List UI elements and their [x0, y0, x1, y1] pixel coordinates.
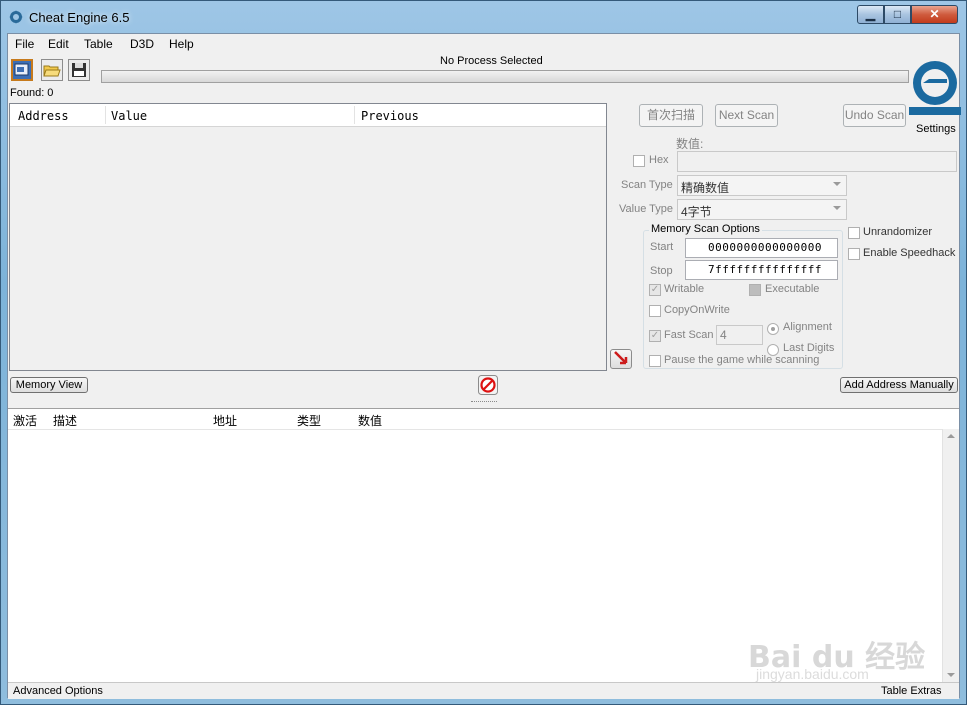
column-address[interactable]: 地址	[213, 412, 237, 429]
speedhack-checkbox[interactable]	[848, 248, 860, 260]
add-address-manually-button[interactable]: Add Address Manually	[840, 377, 958, 393]
scroll-down-icon[interactable]	[947, 673, 955, 677]
chevron-down-icon	[833, 182, 841, 186]
stop-button[interactable]	[478, 375, 498, 395]
maximize-button[interactable]: □	[884, 5, 911, 24]
pause-game-label: Pause the game while scanning	[664, 354, 820, 366]
menu-table[interactable]: Table	[84, 37, 113, 51]
value-label: 数值:	[676, 137, 704, 151]
speedhack-label: Enable Speedhack	[863, 247, 956, 259]
window-title: Cheat Engine 6.5	[29, 10, 130, 25]
value-type-select[interactable]: 4字节	[677, 199, 847, 220]
undo-scan-button[interactable]: Undo Scan	[843, 104, 906, 127]
column-address[interactable]: Address	[18, 109, 69, 123]
unrandomizer-label: Unrandomizer	[863, 226, 933, 238]
copy-on-write-label: CopyOnWrite	[664, 304, 730, 316]
scan-type-value: 精确数值	[681, 181, 730, 195]
stop-icon	[478, 375, 498, 395]
baidu-watermark-url: jingyan.baidu.com	[756, 666, 869, 682]
close-icon: ✕	[929, 7, 940, 21]
writable-label: Writable	[664, 283, 705, 295]
maximize-icon: □	[893, 7, 902, 21]
pointer-arrow-icon	[614, 351, 628, 365]
stop-address-input[interactable]: 7fffffffffffffff	[685, 260, 838, 280]
results-header: Address Value Previous	[10, 104, 606, 127]
fast-scan-checkbox[interactable]: ✓	[649, 330, 661, 342]
vertical-scrollbar[interactable]	[942, 429, 959, 685]
menu-help[interactable]: Help	[169, 37, 194, 51]
minimize-icon: ▁	[865, 7, 876, 21]
add-selected-to-list-button[interactable]	[610, 349, 632, 369]
start-address-input[interactable]: 0000000000000000	[685, 238, 838, 258]
scroll-up-icon[interactable]	[947, 434, 955, 438]
value-type-label: Value Type	[619, 203, 674, 215]
close-button[interactable]: ✕	[911, 5, 958, 24]
scan-results-list[interactable]: Address Value Previous	[9, 103, 607, 371]
unrandomizer-checkbox[interactable]	[848, 227, 860, 239]
title-bar[interactable]: Cheat Engine 6.5 ▁ □ ✕	[1, 1, 966, 33]
save-file-button[interactable]	[68, 59, 90, 81]
memory-view-button[interactable]: Memory View	[10, 377, 88, 393]
main-window: Cheat Engine 6.5 ▁ □ ✕ File Edit Table D…	[0, 0, 967, 705]
column-divider	[105, 106, 106, 124]
status-bar: Advanced Options Table Extras	[8, 682, 959, 699]
column-active[interactable]: 激活	[13, 412, 37, 429]
column-divider	[354, 106, 355, 124]
menu-edit[interactable]: Edit	[48, 37, 69, 51]
fast-scan-label: Fast Scan	[664, 329, 714, 341]
copy-on-write-checkbox[interactable]	[649, 305, 661, 317]
process-label: No Process Selected	[440, 55, 543, 67]
memory-scan-options-title: Memory Scan Options	[649, 223, 762, 235]
value-type-value: 4字节	[681, 205, 712, 219]
first-scan-button[interactable]: 首次扫描	[639, 104, 703, 127]
executable-label: Executable	[765, 283, 820, 295]
select-process-button[interactable]	[11, 59, 33, 81]
table-extras-label[interactable]: Table Extras	[881, 685, 942, 697]
hex-label: Hex	[649, 154, 669, 166]
menu-bar: File Edit Table D3D Help	[8, 34, 959, 53]
minimize-button[interactable]: ▁	[857, 5, 884, 24]
advanced-options-label[interactable]: Advanced Options	[13, 685, 103, 697]
splitter-grip	[471, 401, 497, 404]
client-area: File Edit Table D3D Help Found: 0 No Pro…	[7, 33, 961, 699]
fast-scan-input[interactable]: 4	[716, 325, 763, 345]
chevron-down-icon	[833, 206, 841, 210]
settings-label[interactable]: Settings	[916, 123, 956, 135]
alignment-radio[interactable]	[767, 323, 779, 335]
address-list-header: 激活 描述 地址 类型 数值	[8, 409, 959, 430]
pause-game-checkbox[interactable]	[649, 355, 661, 367]
menu-d3d[interactable]: D3D	[130, 37, 154, 51]
process-select-icon	[14, 63, 29, 76]
save-icon	[72, 63, 86, 77]
last-digits-label: Last Digits	[783, 342, 835, 354]
value-input[interactable]	[677, 151, 957, 172]
stop-label: Stop	[650, 265, 673, 277]
start-label: Start	[650, 241, 674, 253]
scan-type-select[interactable]: 精确数值	[677, 175, 847, 196]
hex-checkbox[interactable]	[633, 155, 645, 167]
column-previous[interactable]: Previous	[361, 109, 419, 123]
scan-type-label: Scan Type	[621, 179, 673, 191]
column-value[interactable]: Value	[111, 109, 147, 123]
column-description[interactable]: 描述	[53, 412, 77, 429]
found-count: Found: 0	[10, 87, 54, 99]
open-folder-icon	[43, 65, 61, 77]
alignment-label: Alignment	[783, 321, 832, 333]
executable-checkbox[interactable]	[749, 284, 761, 296]
scan-progress-bar	[101, 70, 909, 83]
column-value[interactable]: 数值	[358, 412, 382, 429]
column-type[interactable]: 类型	[297, 412, 321, 429]
cheat-engine-logo[interactable]	[909, 53, 961, 121]
cheat-engine-icon	[9, 10, 23, 24]
writable-checkbox[interactable]: ✓	[649, 284, 661, 296]
next-scan-button[interactable]: Next Scan	[715, 104, 778, 127]
open-file-button[interactable]	[41, 59, 63, 81]
menu-file[interactable]: File	[15, 37, 34, 51]
